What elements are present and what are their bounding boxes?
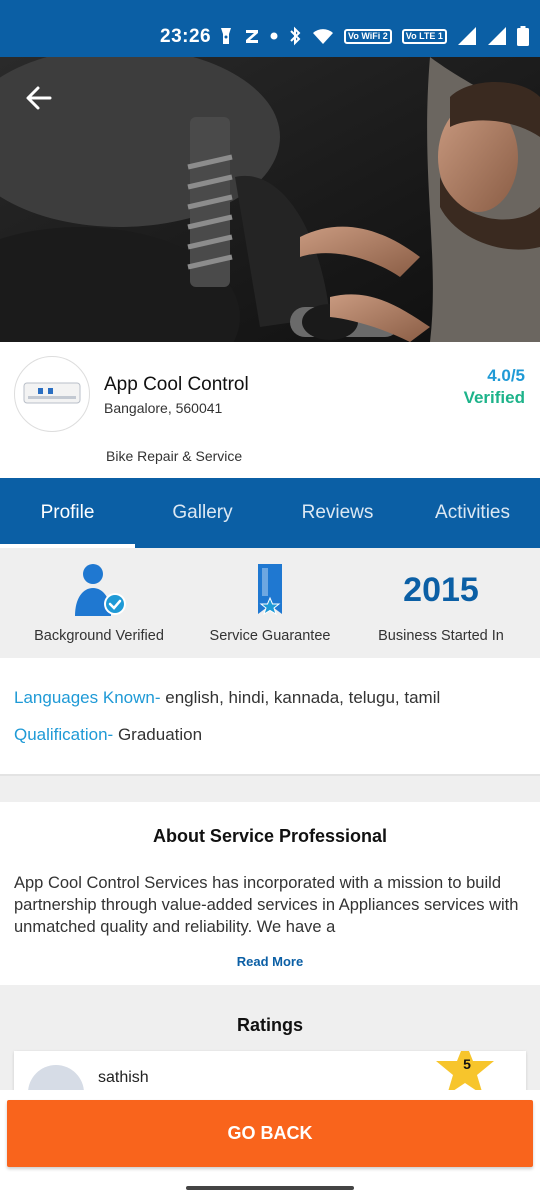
qualification-key: Qualification- xyxy=(14,725,114,744)
highlights-panel: Background Verified Service Guarantee 20… xyxy=(0,548,540,658)
provider-logo xyxy=(14,356,90,432)
air-conditioner-icon xyxy=(23,382,81,404)
languages-value: english, hindi, kannada, telugu, tamil xyxy=(160,688,441,707)
z-icon xyxy=(244,28,260,44)
about-title: About Service Professional xyxy=(152,826,388,846)
provider-details: Languages Known- english, hindi, kannada… xyxy=(0,658,540,776)
home-indicator[interactable] xyxy=(186,1186,354,1190)
service-category: Bike Repair & Service xyxy=(106,448,243,464)
provider-info: App Cool Control Bangalore, 560041 4.0/5… xyxy=(0,342,540,478)
battery-icon xyxy=(516,26,529,46)
about-section: About Service Professional App Cool Cont… xyxy=(0,802,540,985)
go-back-button[interactable]: GO BACK xyxy=(7,1100,533,1167)
tab-gallery[interactable]: Gallery xyxy=(135,478,270,548)
about-text: App Cool Control Services has incorporat… xyxy=(14,874,519,936)
verified-user-icon xyxy=(75,564,126,616)
background-verified-item: Background Verified xyxy=(9,548,189,658)
badge-star-icon xyxy=(258,564,282,616)
service-guarantee-label: Service Guarantee xyxy=(209,628,331,644)
profile-tabs: Profile Gallery Reviews Activities xyxy=(0,478,540,548)
business-start-year: 2015 xyxy=(403,571,479,609)
languages-row: Languages Known- english, hindi, kannada… xyxy=(14,688,440,708)
service-guarantee-item: Service Guarantee xyxy=(180,548,360,658)
qualification-row: Qualification- Graduation xyxy=(14,725,202,745)
qualification-value: Graduation xyxy=(113,725,203,744)
tab-reviews[interactable]: Reviews xyxy=(270,478,405,548)
reviewer-name: sathish xyxy=(98,1069,149,1086)
background-verified-label: Background Verified xyxy=(34,628,164,644)
verified-status: Verified xyxy=(463,388,525,407)
ratings-title: Ratings xyxy=(236,1015,303,1035)
bluetooth-icon xyxy=(288,26,302,46)
signal-icon xyxy=(487,26,507,46)
volte-wifi-icon: Vo WiFi 2 xyxy=(344,28,392,44)
tab-activities[interactable]: Activities xyxy=(405,478,540,548)
provider-name: App Cool Control xyxy=(104,374,249,395)
cover-photo xyxy=(0,57,540,342)
business-started-item: 2015 Business Started In xyxy=(351,548,531,658)
dot-icon xyxy=(270,32,278,40)
business-started-label: Business Started In xyxy=(378,628,504,644)
volte-lte-icon: Vo LTE 1 xyxy=(401,28,447,44)
tab-profile[interactable]: Profile xyxy=(0,478,135,548)
back-button[interactable] xyxy=(22,81,56,115)
read-more-link[interactable]: Read More xyxy=(0,954,540,969)
section-divider xyxy=(0,776,540,802)
wifi-icon xyxy=(312,27,334,45)
mechanic-photo-illustration xyxy=(0,57,540,342)
provider-location: Bangalore, 560041 xyxy=(104,400,223,416)
signal-icon xyxy=(457,26,477,46)
status-icons: Vo WiFi 2 Vo LTE 1 xyxy=(218,24,529,48)
status-time: 23:26 xyxy=(160,26,212,47)
languages-key: Languages Known- xyxy=(14,688,161,707)
arrow-left-icon xyxy=(26,86,52,110)
status-bar: 23:26 Vo WiFi 2 Vo LTE 1 xyxy=(0,0,540,57)
torch-icon xyxy=(218,26,234,46)
review-stars: 5 xyxy=(463,1056,471,1072)
provider-rating: 4.0/5 xyxy=(487,366,525,385)
